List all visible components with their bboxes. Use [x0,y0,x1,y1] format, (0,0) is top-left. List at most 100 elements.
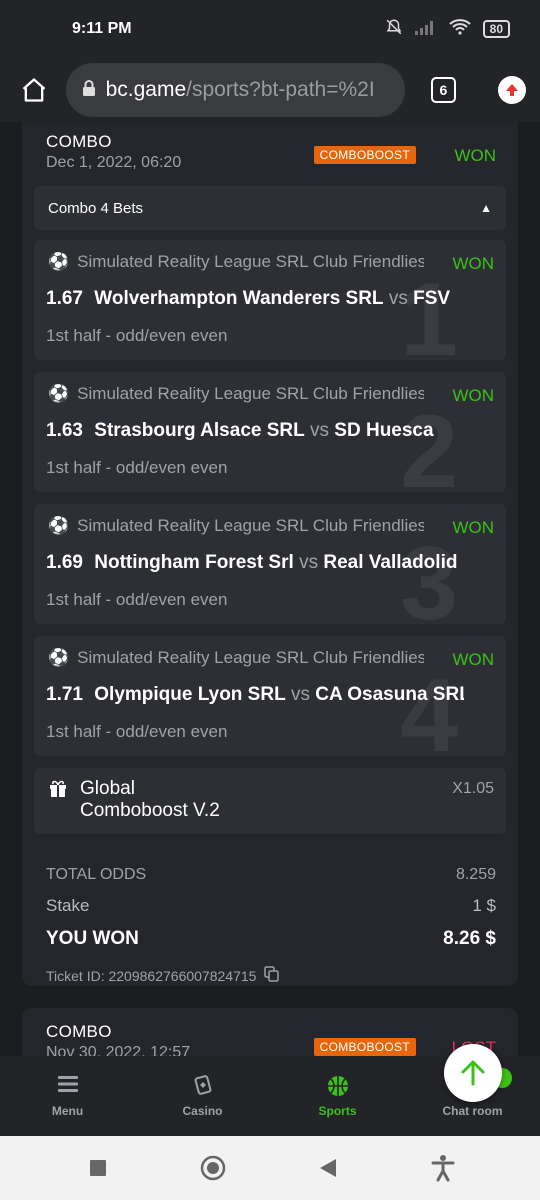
address-bar[interactable]: bc.game/sports?bt-path=%2I [65,63,405,117]
arrow-up-icon [506,84,519,96]
lock-icon [82,79,96,102]
leg-result: WON [452,386,494,405]
soccer-ball-icon: ⚽ [48,252,70,271]
combo-toggle[interactable]: Combo 4 Bets ▲ [34,186,506,230]
away-team: CA Osasuna SRL [315,684,464,705]
bet-card: COMBO Nov 30, 2022, 12:57 COMBOBOOST LOS… [22,1008,518,1056]
comboboost-badge: COMBOBOOST [313,1038,416,1056]
total-odds-row: TOTAL ODDS 8.259 [46,866,496,884]
browser-toolbar: bc.game/sports?bt-path=%2I 6 [0,58,540,122]
stake-value: 1 $ [472,896,496,915]
stake-row: Stake 1 $ [46,896,496,916]
bet-leg: 2 ⚽ Simulated Reality League SRL Club Fri… [34,372,506,492]
square-icon [89,1160,106,1176]
home-system-button[interactable] [193,1148,233,1188]
ticket-id: Ticket ID: 2209862766007824715 [46,967,257,984]
recents-button[interactable] [78,1148,118,1188]
payout-label: YOU WON [46,928,139,949]
soccer-ball-icon: ⚽ [48,648,70,667]
status-time: 9:11 PM [72,20,132,37]
bet-leg: 4 ⚽ Simulated Reality League SRL Club Fri… [34,636,506,756]
triangle-back-icon [319,1159,336,1177]
nav-casino-label: Casino [182,1104,223,1118]
nav-menu[interactable]: Menu [0,1056,135,1136]
leg-odds: 1.69 [46,552,83,573]
url-domain: bc.game [105,78,187,101]
wifi-icon [448,19,471,39]
ticket-id-row: Ticket ID: 2209862766007824715 [46,966,280,985]
caret-up-icon: ▲ [480,201,492,215]
bet-date: Nov 30, 2022, 12:57 [46,1044,191,1056]
leg-result: WON [452,254,494,273]
leg-result: WON [452,650,494,669]
cards-icon [191,1074,215,1098]
home-team: Wolverhampton Wanderers SRL [94,288,384,309]
home-team: Olympique Lyon SRL [94,684,286,705]
match-line: 1.69 Nottingham Forest Srl vs Real Valla… [46,552,458,573]
home-button[interactable] [14,70,54,110]
boost-multiplier: X1.05 [452,780,494,797]
bet-leg: 3 ⚽ Simulated Reality League SRL Club Fri… [34,504,506,624]
bet-card-header: COMBO Dec 1, 2022, 06:20 COMBOBOOST WON [46,132,496,172]
leg-number: 1 [400,262,458,360]
comboboost-badge: COMBOBOOST [313,146,416,164]
system-navigation-bar [0,1136,540,1200]
home-icon [22,78,46,102]
bet-type: COMBO [46,1022,112,1041]
accessibility-button[interactable] [423,1148,463,1188]
signal-icon [414,19,437,39]
leg-odds: 1.63 [46,420,83,441]
tab-switcher-button[interactable]: 6 [430,77,457,103]
leg-odds: 1.71 [46,684,83,705]
leg-market: 1st half - odd/even even [46,590,228,609]
status-bar: 9:11 PM 80 [0,0,540,58]
away-team: FSV [413,288,451,309]
nav-sports[interactable]: Sports [270,1056,405,1136]
leg-market: 1st half - odd/even even [46,326,228,345]
leg-number: 3 [400,526,458,624]
leg-number: 2 [400,394,458,492]
battery-icon: 80 [482,20,510,38]
league-name: ⚽ Simulated Reality League SRL Club Frien… [48,252,424,271]
soccer-ball-icon: ⚽ [48,384,70,403]
update-button[interactable] [498,76,526,104]
away-team: Real Valladolid [323,552,458,573]
scroll-to-top-button[interactable] [444,1044,502,1102]
bet-history-list: COMBO Dec 1, 2022, 06:20 COMBOBOOST WON … [0,122,540,1056]
away-team: SD Huesca [334,420,434,441]
league-name: ⚽ Simulated Reality League SRL Club Frien… [48,648,424,667]
hamburger-icon [57,1074,79,1098]
leg-market: 1st half - odd/even even [46,722,228,741]
copy-icon[interactable] [264,966,280,985]
back-button[interactable] [308,1148,348,1188]
accessibility-icon [431,1155,454,1182]
url-path: /sports?bt-path=%2I [186,78,375,101]
mute-icon [385,18,403,40]
leg-market: 1st half - odd/even even [46,458,228,477]
status-icons: 80 [385,18,510,40]
nav-chat-label: Chat room [442,1104,503,1118]
total-odds-label: TOTAL ODDS [46,866,147,883]
leg-odds: 1.67 [46,288,83,309]
bet-type: COMBO [46,132,112,151]
leg-number: 4 [400,658,458,756]
home-team: Strasbourg Alsace SRL [94,420,305,441]
bet-result: WON [454,146,496,165]
bet-card: COMBO Dec 1, 2022, 06:20 COMBOBOOST WON … [22,122,518,986]
total-odds-value: 8.259 [455,866,496,883]
nav-menu-label: Menu [51,1104,84,1118]
bet-card-header: COMBO Nov 30, 2022, 12:57 COMBOBOOST LOS… [46,1022,496,1056]
circle-icon [200,1155,225,1181]
home-team: Nottingham Forest Srl [94,552,294,573]
soccer-ball-icon: ⚽ [48,516,70,535]
basketball-icon [326,1074,350,1098]
payout-value: 8.26 $ [443,928,496,949]
match-line: 1.71 Olympique Lyon SRL vs CA Osasuna SR… [46,684,464,706]
nav-sports-label: Sports [318,1104,357,1118]
match-line: 1.67 Wolverhampton Wanderers SRL vs FSV [46,288,451,309]
league-name: ⚽ Simulated Reality League SRL Club Frien… [48,516,424,535]
league-name: ⚽ Simulated Reality League SRL Club Frien… [48,384,424,403]
comboboost-info: Global Comboboost V.2 X1.05 [34,768,506,834]
nav-casino[interactable]: Casino [135,1056,270,1136]
payout-row: YOU WON 8.26 $ [46,928,496,950]
